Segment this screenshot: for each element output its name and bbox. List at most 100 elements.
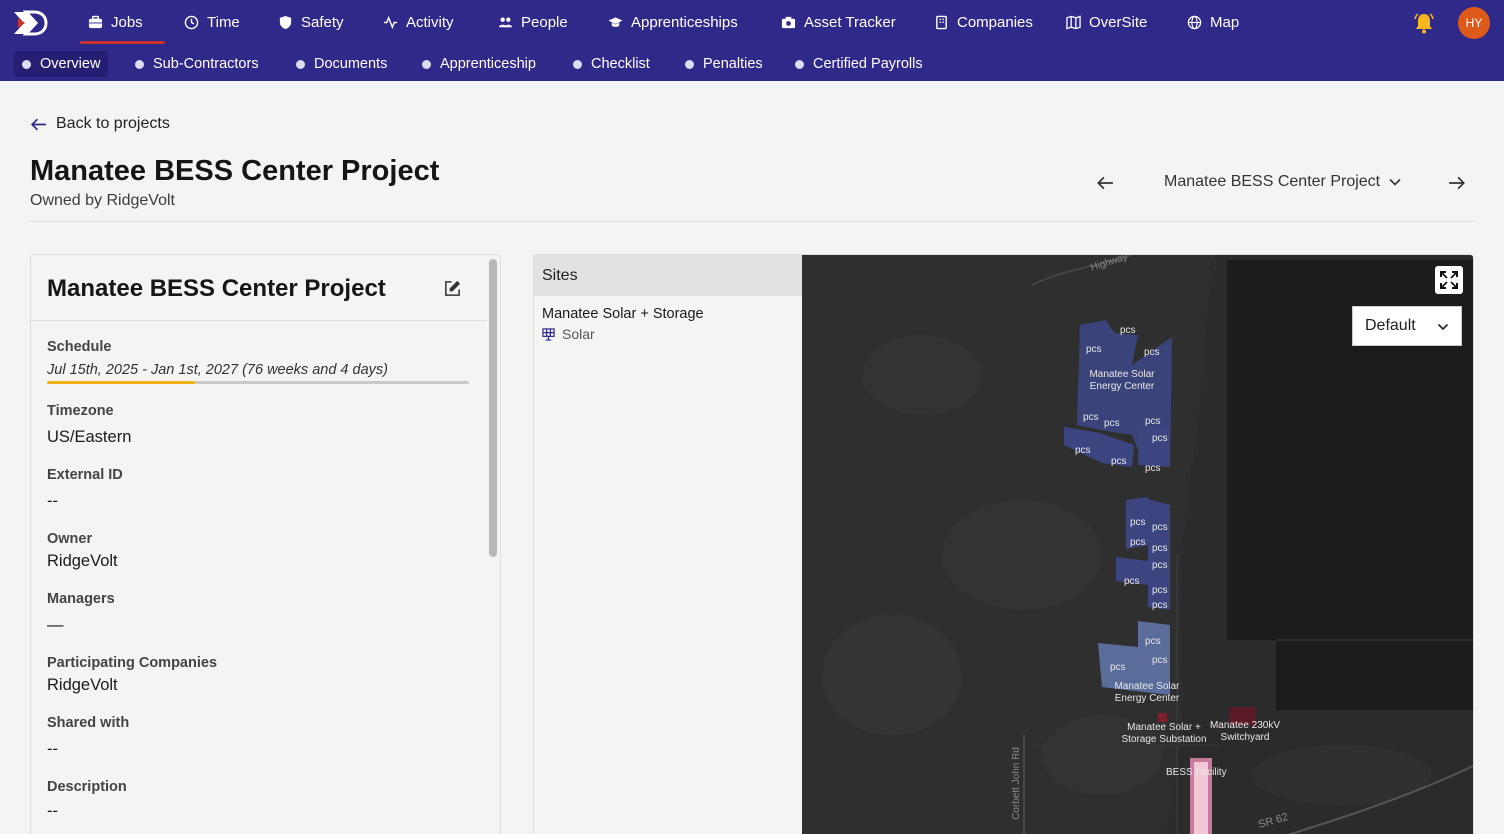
shared-with-value: -- <box>47 740 58 758</box>
subnav-label: Certified Payrolls <box>813 56 923 72</box>
chevron-down-icon <box>1437 323 1449 331</box>
timezone-label: Timezone <box>47 403 114 419</box>
top-nav: Jobs Time Safety Activity People Apprent… <box>0 0 1504 45</box>
solar-panel-icon <box>542 327 555 341</box>
graduation-cap-icon <box>608 17 623 27</box>
next-project-arrow-icon[interactable] <box>1448 174 1466 192</box>
nav-apprenticeships[interactable]: Apprenticeships <box>608 0 738 45</box>
map-layer-select[interactable]: Default <box>1352 306 1462 346</box>
dot-icon <box>573 59 582 69</box>
building-icon <box>936 15 947 30</box>
pcs-label: pcs <box>1111 456 1127 467</box>
subnav-documents[interactable]: Documents <box>288 51 395 77</box>
subnav-sub-contractors[interactable]: Sub-Contractors <box>127 51 267 77</box>
chevron-down-icon <box>1389 178 1401 186</box>
dot-icon <box>422 59 431 69</box>
dot-icon <box>22 59 31 69</box>
subnav-label: Checklist <box>591 56 650 72</box>
nav-time[interactable]: Time <box>184 0 240 45</box>
shared-with-label: Shared with <box>47 715 130 731</box>
owner-label: Owner <box>47 531 93 547</box>
nav-label: Activity <box>406 14 454 31</box>
map-fold-icon <box>1066 15 1081 30</box>
project-selector-label: Manatee BESS Center Project <box>1164 173 1381 190</box>
back-to-projects-link[interactable]: Back to projects <box>30 115 170 133</box>
pcs-label: pcs <box>1152 600 1168 611</box>
user-avatar[interactable]: HY <box>1458 7 1490 39</box>
pcs-label: pcs <box>1152 522 1168 533</box>
nav-map[interactable]: Map <box>1187 0 1239 45</box>
map-layer-value: Default <box>1365 317 1416 334</box>
pcs-label: pcs <box>1130 517 1146 528</box>
pcs-label: pcs <box>1145 416 1161 427</box>
schedule-progress-fill <box>47 381 195 384</box>
pcs-label: pcs <box>1144 347 1160 358</box>
site-item[interactable]: Manatee Solar + Storage <box>542 306 704 322</box>
previous-project-arrow-icon[interactable] <box>1096 174 1114 192</box>
subnav-apprenticeship[interactable]: Apprenticeship <box>414 51 544 77</box>
page-title: Manatee BESS Center Project <box>30 155 440 187</box>
notification-bell-icon[interactable] <box>1412 11 1436 35</box>
subnav-label: Documents <box>314 56 388 72</box>
nav-label: Apprenticeships <box>631 14 738 31</box>
participating-companies-value: RidgeVolt <box>47 676 118 694</box>
nav-people[interactable]: People <box>498 0 568 45</box>
nav-activity[interactable]: Activity <box>383 0 454 45</box>
nav-safety[interactable]: Safety <box>278 0 344 45</box>
subnav-checklist[interactable]: Checklist <box>565 51 658 77</box>
nav-oversite[interactable]: OverSite <box>1066 0 1147 45</box>
back-label: Back to projects <box>56 115 170 132</box>
edit-icon[interactable] <box>443 279 462 298</box>
nav-asset-tracker[interactable]: Asset Tracker <box>781 0 896 45</box>
pcs-label: pcs <box>1075 445 1091 456</box>
pcs-label: pcs <box>1152 560 1168 571</box>
nav-label: Map <box>1210 14 1240 31</box>
sites-title: Sites <box>542 267 578 284</box>
participating-companies-label: Participating Companies <box>47 655 218 671</box>
activity-icon <box>383 15 398 30</box>
globe-icon <box>1187 15 1202 30</box>
energy-center-label: Manatee Solar Energy Center <box>1089 369 1155 392</box>
site-type: Solar <box>542 326 595 342</box>
nav-label: Asset Tracker <box>804 14 896 31</box>
dot-icon <box>135 59 144 69</box>
details-title: Manatee BESS Center Project <box>47 275 386 302</box>
app-logo-icon[interactable] <box>12 9 48 37</box>
managers-label: Managers <box>47 591 115 607</box>
description-value: -- <box>47 802 58 820</box>
nav-jobs[interactable]: Jobs <box>80 0 165 45</box>
subnav-certified-payrolls[interactable]: Certified Payrolls <box>787 51 931 77</box>
pcs-label: pcs <box>1120 325 1136 336</box>
subnav-penalties[interactable]: Penalties <box>677 51 771 77</box>
subnav-overview[interactable]: Overview <box>14 51 109 77</box>
sites-map-panel: Sites Manatee Solar + Storage Solar pcs … <box>533 254 1474 834</box>
project-selector[interactable]: Manatee BESS Center Project <box>1164 173 1402 191</box>
header-divider <box>30 221 1474 222</box>
site-type-label: Solar <box>562 326 595 342</box>
subnav-label: Penalties <box>703 56 763 72</box>
pcs-label: pcs <box>1152 585 1168 596</box>
site-map[interactable]: pcs pcs pcs pcs pcs pcs pcs pcs pcs pcs … <box>802 255 1473 834</box>
nav-label: People <box>521 14 568 31</box>
nav-label: OverSite <box>1089 14 1148 31</box>
pcs-label: pcs <box>1145 636 1161 647</box>
timezone-value: US/Eastern <box>47 428 132 446</box>
nav-companies[interactable]: Companies <box>934 0 1033 45</box>
external-id-value: -- <box>47 492 58 510</box>
pcs-label: pcs <box>1124 576 1140 587</box>
pcs-label: pcs <box>1152 543 1168 554</box>
switchyard-label: Manatee 230kV Switchyard <box>1209 720 1281 743</box>
pcs-label: pcs <box>1086 344 1102 355</box>
pcs-label: pcs <box>1145 463 1161 474</box>
shield-icon <box>279 15 292 30</box>
schedule-label: Schedule <box>47 339 112 355</box>
description-label: Description <box>47 779 127 795</box>
people-icon <box>498 17 513 28</box>
fullscreen-button[interactable] <box>1435 266 1463 294</box>
details-scrollbar[interactable] <box>489 259 497 557</box>
pcs-label: pcs <box>1110 662 1126 673</box>
camera-icon <box>781 16 796 29</box>
briefcase-icon <box>88 15 103 29</box>
substation-label: Manatee Solar + Storage Substation <box>1121 722 1207 745</box>
sites-header: Sites <box>534 255 802 296</box>
